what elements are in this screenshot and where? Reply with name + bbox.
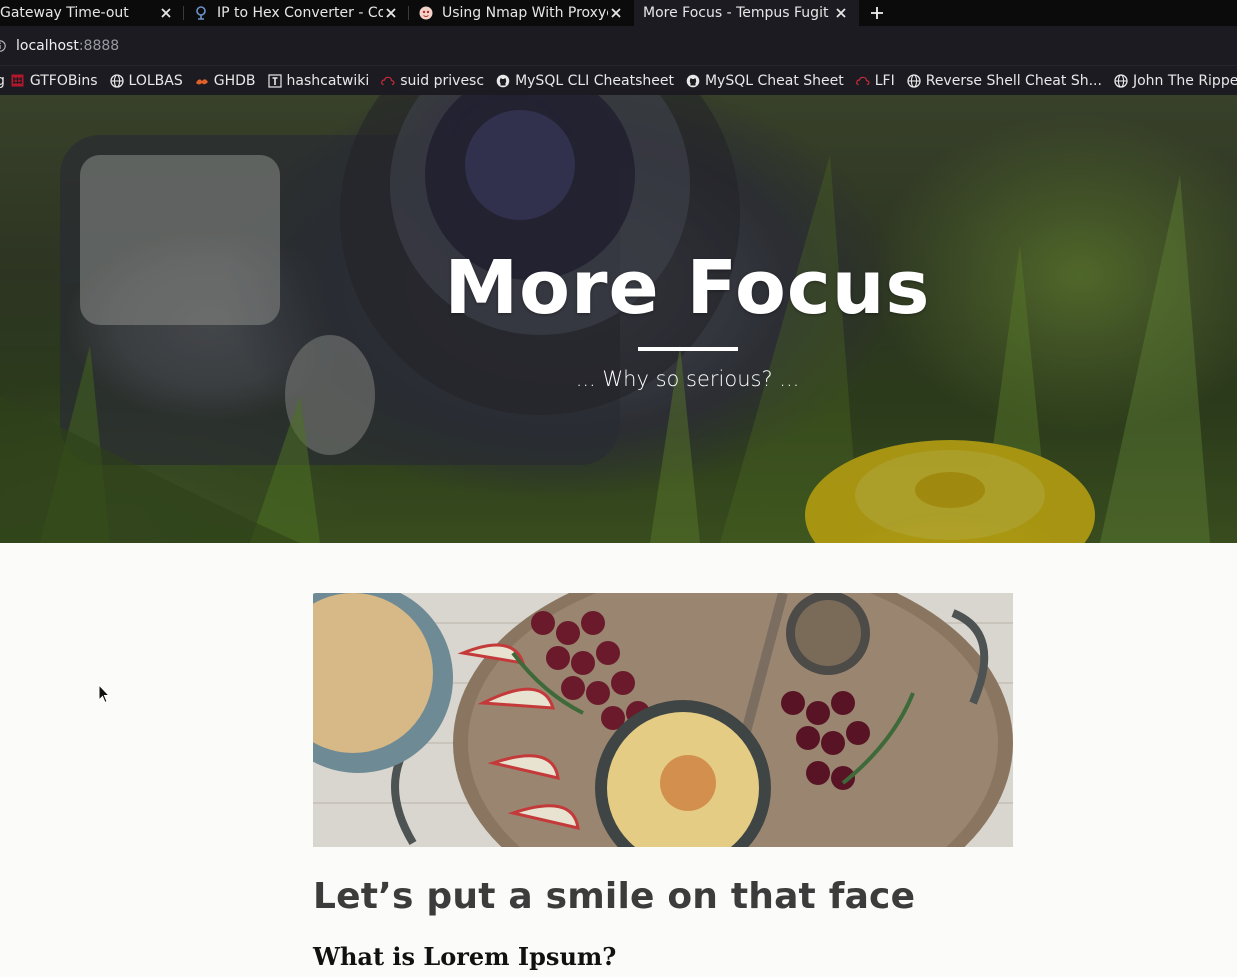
cloud-icon (381, 74, 395, 88)
globe-icon (1114, 73, 1128, 88)
globe-icon (109, 73, 124, 88)
food-platter-image (313, 593, 1013, 847)
bookmark-label: Reverse Shell Cheat Sh... (925, 72, 1102, 89)
bookmark-label: GTFOBins (29, 72, 98, 89)
post-title[interactable]: Let’s put a smile on that face (313, 876, 915, 917)
plus-icon (871, 7, 883, 19)
bookmark-label: MySQL CLI Cheatsheet (515, 72, 674, 89)
bookmark-label: LFI (874, 72, 895, 89)
url-field[interactable]: localhost:8888 (16, 38, 119, 54)
medium-icon (418, 5, 434, 21)
bookmark-label: GHDB (213, 72, 256, 89)
tab-title: Using Nmap With Proxyc (442, 5, 608, 21)
bookmark-mysql-cheat-sheet[interactable]: MySQL Cheat Sheet (686, 73, 844, 89)
github-icon (496, 74, 510, 88)
title-divider (638, 347, 738, 351)
tab-title: Gateway Time-out (0, 5, 129, 21)
tab-nmap-proxychains[interactable]: Using Nmap With Proxyc (409, 0, 634, 26)
bookmark-reverse-shell-cheat-sheet[interactable]: Reverse Shell Cheat Sh... (907, 73, 1102, 89)
bookmark-label: John The Ripper H (1132, 72, 1237, 89)
tab-title: More Focus - Tempus Fugit (643, 5, 829, 21)
site-info-icon[interactable] (0, 39, 8, 53)
hero-banner: More Focus ... Why so serious? ... (0, 95, 1237, 543)
close-icon[interactable] (158, 5, 174, 21)
site-title: More Focus (444, 245, 931, 331)
bookmark-label: suid privesc (400, 72, 485, 89)
exploitdb-icon (195, 74, 209, 88)
converter-icon (193, 5, 209, 21)
bookmark-hashcatwiki[interactable]: hashcatwiki (267, 72, 370, 89)
new-tab-button[interactable] (865, 1, 889, 25)
bookmark-label: hashcatwiki (286, 72, 370, 89)
bookmark-lfi[interactable]: LFI (855, 72, 895, 89)
navigation-bar: localhost:8888 (0, 26, 1237, 66)
close-icon[interactable] (383, 5, 399, 21)
tab-more-focus[interactable]: More Focus - Tempus Fugit (634, 0, 859, 26)
bookmark-lolbas[interactable]: LOLBAS (109, 72, 183, 89)
tab-ip-to-hex[interactable]: IP to Hex Converter - Co (184, 0, 409, 26)
mouse-cursor-icon (98, 684, 110, 704)
bookmark-label: MySQL Cheat Sheet (704, 72, 844, 89)
post-subheading: What is Lorem Ipsum? (313, 942, 617, 971)
cloud-icon (855, 74, 870, 88)
bookmark-partial[interactable]: g (0, 73, 5, 89)
bookmark-mysql-cli-cheatsheet[interactable]: MySQL CLI Cheatsheet (496, 73, 674, 89)
bookmarks-toolbar: g GTFOBins LOLBAS GHDB hashcatwiki suid … (0, 66, 1237, 95)
site-subtitle: ... Why so serious? ... (575, 367, 800, 391)
gtfobins-icon (11, 74, 25, 88)
wiki-icon (267, 73, 282, 88)
github-icon (686, 74, 700, 88)
close-icon[interactable] (608, 5, 624, 21)
url-port: :8888 (78, 37, 120, 54)
tab-strip: Gateway Time-out IP to Hex Converter - C… (0, 0, 1237, 26)
bookmark-label: LOLBAS (128, 72, 183, 89)
bookmark-john-the-ripper[interactable]: John The Ripper H (1114, 73, 1237, 89)
close-icon[interactable] (833, 5, 849, 21)
bookmark-ghdb[interactable]: GHDB (195, 73, 256, 89)
bookmark-suid-privesc[interactable]: suid privesc (381, 73, 484, 89)
globe-icon (907, 73, 921, 88)
bookmark-gtfobins[interactable]: GTFOBins (11, 73, 98, 89)
tab-title: IP to Hex Converter - Co (217, 5, 383, 21)
url-host: localhost (16, 37, 79, 54)
post-featured-image[interactable] (313, 593, 1013, 847)
tab-gateway-timeout[interactable]: Gateway Time-out (0, 0, 184, 26)
